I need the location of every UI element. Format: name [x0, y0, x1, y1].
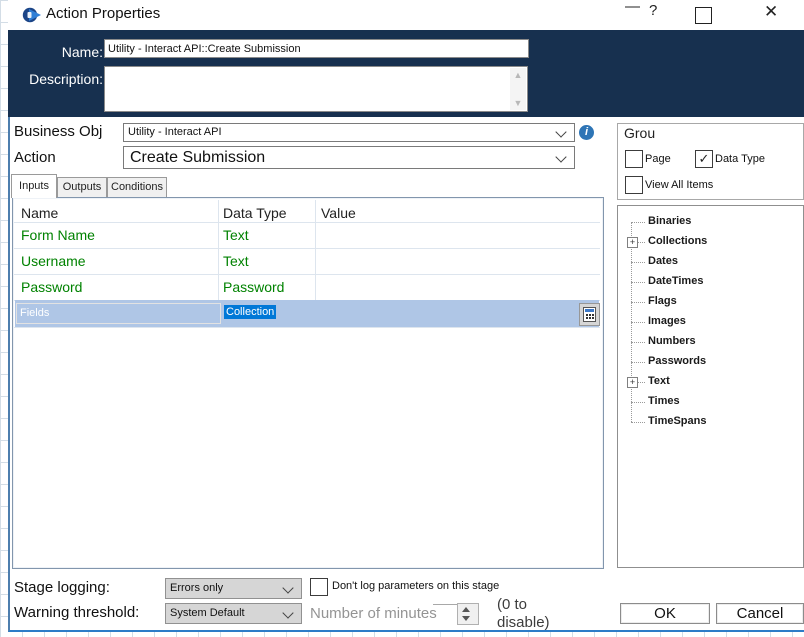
description-scrollbar[interactable]: ▲ ▼	[510, 68, 526, 110]
warning-threshold-combobox[interactable]: System Default	[165, 603, 302, 624]
param-name: Password	[21, 279, 83, 295]
data-type-checkbox-label: Data Type	[715, 153, 765, 165]
blueprism-icon	[22, 7, 41, 23]
tree-item-passwords[interactable]: Passwords	[618, 352, 798, 372]
page-checkbox[interactable]	[625, 150, 643, 168]
action-combobox[interactable]: Create Submission	[123, 146, 575, 169]
group-by-panel: Grou Page ✓ Data Type View All Items	[617, 123, 804, 200]
tree-item-collections[interactable]: + Collections	[618, 232, 798, 252]
description-label: Description:	[29, 71, 103, 87]
param-name: Form Name	[21, 227, 95, 243]
chevron-down-icon	[555, 126, 567, 138]
window-title: Action Properties	[46, 5, 161, 22]
name-input[interactable]	[104, 39, 529, 58]
tree-item-dates[interactable]: Dates	[618, 252, 798, 272]
param-data-type-selected[interactable]: Collection	[224, 305, 277, 319]
page-checkbox-label: Page	[645, 153, 671, 165]
scroll-down-icon[interactable]: ▼	[510, 96, 526, 110]
calculator-icon	[583, 307, 596, 322]
tab-conditions[interactable]: Conditions	[107, 177, 167, 198]
table-row[interactable]: Password Password	[13, 274, 599, 300]
action-label: Action	[14, 149, 56, 166]
minutes-spinner[interactable]	[457, 603, 479, 625]
minimize-icon[interactable]: —	[625, 0, 640, 15]
view-all-items-checkbox[interactable]	[625, 176, 643, 194]
warning-threshold-value: System Default	[170, 607, 245, 619]
tree-item-binaries[interactable]: Binaries	[618, 212, 798, 232]
stage-logging-combobox[interactable]: Errors only	[165, 578, 302, 599]
scroll-up-icon[interactable]: ▲	[510, 68, 526, 82]
spinner-down-icon[interactable]	[462, 616, 470, 621]
cancel-button[interactable]: Cancel	[716, 603, 804, 624]
title-bar: Action Properties — ? ✕	[8, 0, 804, 30]
tab-outputs[interactable]: Outputs	[57, 177, 107, 198]
check-icon: ✓	[698, 151, 710, 166]
tab-inputs[interactable]: Inputs	[11, 174, 57, 198]
tree-item-timespans[interactable]: TimeSpans	[618, 412, 798, 432]
param-data-type: Text	[223, 227, 249, 243]
row-divider	[14, 327, 600, 328]
help-icon[interactable]: ?	[649, 2, 657, 19]
column-header-data-type[interactable]: Data Type	[223, 202, 287, 221]
chevron-down-icon	[555, 151, 567, 163]
action-value: Create Submission	[130, 149, 266, 166]
warning-threshold-label: Warning threshold:	[14, 604, 140, 621]
ok-button[interactable]: OK	[620, 603, 710, 624]
minutes-input[interactable]	[433, 604, 457, 623]
tree-item-text[interactable]: + Text	[618, 372, 798, 392]
process-studio-background: Action Properties — ? ✕ Name: Descriptio…	[0, 0, 804, 637]
chevron-down-icon	[282, 607, 294, 619]
column-header-value[interactable]: Value	[321, 202, 356, 221]
name-label: Name:	[61, 44, 103, 60]
group-panel-title: Grou	[624, 125, 656, 141]
description-textarea[interactable]: ▲ ▼	[104, 66, 528, 112]
param-name: Username	[21, 253, 86, 269]
tree-item-images[interactable]: Images	[618, 312, 798, 332]
business-object-combobox[interactable]: Utility - Interact API	[123, 123, 575, 142]
param-name-editor[interactable]: Fields	[16, 303, 221, 324]
data-type-checkbox[interactable]: ✓	[695, 150, 713, 168]
info-icon[interactable]: i	[579, 125, 594, 140]
column-header-name[interactable]: Name	[21, 202, 58, 221]
tree-item-datetimes[interactable]: DateTimes	[618, 272, 798, 292]
stage-logging-label: Stage logging:	[14, 579, 110, 596]
disable-hint: (0 to disable)	[497, 596, 550, 631]
data-type-tree: Binaries + Collections Dates DateTimes F…	[617, 205, 804, 568]
business-object-value: Utility - Interact API	[128, 126, 222, 138]
expand-icon[interactable]: +	[627, 237, 638, 248]
param-data-type: Password	[223, 279, 285, 295]
table-row-selected[interactable]: Fields Collection	[15, 300, 600, 327]
dont-log-label: Don't log parameters on this stage	[332, 580, 500, 592]
expression-builder-button[interactable]	[579, 303, 600, 326]
spinner-up-icon[interactable]	[462, 607, 470, 612]
param-data-type: Text	[223, 253, 249, 269]
table-row[interactable]: Form Name Text	[13, 222, 599, 248]
view-all-items-label: View All Items	[645, 179, 714, 191]
tree-item-numbers[interactable]: Numbers	[618, 332, 798, 352]
number-of-minutes-label: Number of minutes	[310, 605, 437, 622]
close-icon[interactable]: ✕	[764, 2, 778, 22]
table-row[interactable]: Username Text	[13, 248, 599, 274]
maximize-icon[interactable]	[695, 7, 712, 24]
inputs-parameter-table: Name Data Type Value Form Name Text User…	[12, 197, 604, 569]
stage-logging-value: Errors only	[170, 582, 224, 594]
chevron-down-icon	[282, 582, 294, 594]
business-object-label: Business Obj	[14, 123, 103, 140]
dont-log-checkbox[interactable]	[310, 578, 328, 596]
tree-item-flags[interactable]: Flags	[618, 292, 798, 312]
tree-item-times[interactable]: Times	[618, 392, 798, 412]
expand-icon[interactable]: +	[627, 377, 638, 388]
